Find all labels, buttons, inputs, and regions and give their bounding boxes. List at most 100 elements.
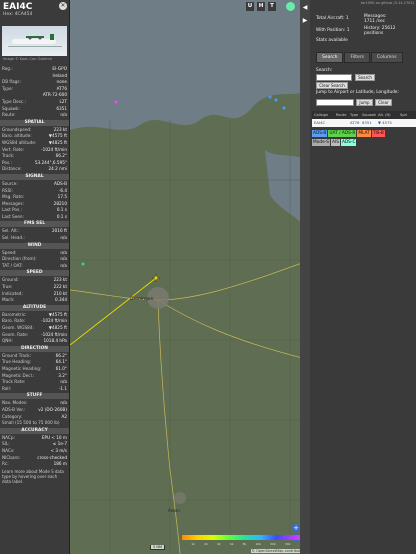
expand-right-icon[interactable]: ▶ [300,17,310,24]
spatial-key: Groundspeed: [2,126,32,132]
airplane-photo-icon [8,34,62,47]
with-position-value: 1 [346,28,350,33]
table-header: Callsign Route Type Squawk Alt. (ft) Spd [312,111,416,119]
spatial-value: ▼4575 ft [48,133,67,139]
total-aircraft-value: 1 [345,16,349,21]
spatial-key: Baro. altitude: [2,133,32,139]
signal-row: RSSI: -6.4 [0,188,69,195]
tab-columns[interactable]: Columns [370,52,403,63]
signal-key: Msg. Rate: [2,194,25,200]
section-spatial: SPATIAL [0,119,69,126]
legend-item: TIS-B [371,130,385,137]
direction-value: 61.0° [55,365,67,371]
accuracy-value: < 3 m/s [50,447,67,453]
altitude-value: ▼4575 ft [48,311,67,317]
toggle-u-button[interactable]: U [246,2,254,11]
signal-value: 17.5 [57,194,67,200]
section-fms: FMS SEL [0,221,69,228]
wind-list: Speed: n/a Direction (from): n/a TAT / OAT: n… [0,250,69,270]
map-canvas [70,0,310,554]
wind-row: Speed: n/a [0,250,69,257]
tab-search[interactable]: Search [316,52,344,63]
table-cell [398,119,408,127]
close-icon[interactable]: ✕ [59,2,67,10]
table-cell: EAI4C [314,120,326,125]
layers-icon[interactable] [286,2,295,11]
direction-value: n/a [60,379,67,385]
stuff-row: Nav. Modes: n/a [0,400,69,407]
column-header[interactable]: Type [348,111,360,119]
spatial-value: 24.2 nmi [48,166,67,172]
stuff-key: ADS-B Ver.: [2,406,26,412]
zoom-in-button[interactable]: + [292,524,300,532]
section-direction: DIRECTION [0,345,69,352]
info-value: EI-GPO [52,66,67,71]
stuff-row: Category: A2 [0,414,69,421]
altitude-value: 1018.4 hPa [43,338,67,344]
collapse-left-icon[interactable]: ◀ [300,4,310,11]
accuracy-row: NACp: EPU < 10 m [0,435,69,442]
jump-input[interactable] [316,99,354,106]
altitude-color-bar [182,535,308,540]
clear-search-button[interactable]: Clear Search [316,82,348,89]
table-row[interactable]: EAI4C AT76 6351 ▼ 4575 [312,119,416,127]
speed-key: True: [2,284,13,290]
aircraft-photo[interactable] [2,26,67,56]
altitude-value: -1024 ft/min [41,331,67,337]
map-view[interactable]: Groningen Assen U H T OLKMPIR + − 5 NM 1… [70,0,310,554]
legend-item: UAT / ADS-R [328,130,357,137]
fms-row: Sel. Head.: n/a [0,235,69,242]
spatial-row: WGS84 altitude: ▼4825 ft [0,140,69,147]
info-value: none [56,79,67,85]
stuff-value: n/a [60,400,67,406]
speed-value: 223 kt [53,277,67,283]
spatial-row: Distance: 24.2 nmi [0,166,69,173]
column-header[interactable]: Squawk [360,111,376,119]
tab-filters[interactable]: Filters [344,52,370,63]
fms-key: Sel. Alt.: [2,228,20,234]
direction-row: True Heading: 64.1° [0,359,69,366]
altitude-key: Geom. WGS84: [2,325,34,330]
column-header[interactable]: Route [334,111,348,119]
column-header[interactable]: Spd [398,111,408,119]
signal-row: Last Seen: 0.1 s [0,214,69,221]
accuracy-value: 186 m [53,461,67,467]
fms-value: 2016 ft [51,228,67,234]
search-input[interactable] [316,74,352,81]
jump-clear-button[interactable]: Clear [375,99,392,106]
stats-link[interactable]: Stats available [316,38,348,43]
info-value: ATR-72-600 [42,92,67,98]
info-value: Ireland [52,72,67,78]
signal-key: Source: [2,180,18,186]
direction-value: 64.1° [55,359,67,365]
wind-row: Direction (from): n/a [0,256,69,263]
accuracy-value: EPU < 10 m [41,434,67,440]
search-button[interactable]: Search [355,74,375,81]
toggle-t-button[interactable]: T [268,2,276,11]
section-wind: WIND [0,242,69,249]
info-row: Type Desc.: L2T [0,99,69,106]
stuff-key: Category: [2,413,23,419]
direction-row: Ground Track: 66.2° [0,353,69,360]
stuff-key: Nav. Modes: [2,400,28,406]
speed-value: 222 kt [53,284,67,290]
github-link[interactable]: tar1090 on github (3.14.1702) [310,0,416,6]
aircraft-info-panel: EAI4C Hex: 4CA454 ✕ Image © Kaan Can Özd… [0,0,70,554]
info-key: Type: [2,85,14,91]
altitude-key: QNH: [2,338,13,344]
signal-list: Source: ADS-B RSSI: -6.4 Msg. Rate: 17.5 Messa… [0,181,69,221]
table-cell: 6351 [362,120,372,125]
accuracy-row: NICbaro: cross-checked [0,455,69,462]
toggle-h-button[interactable]: H [257,2,265,11]
speed-key: Ground: [2,277,19,283]
spatial-row: Track: 66.2° [0,153,69,160]
column-header[interactable]: Alt. (ft) [376,111,398,119]
wind-value: n/a [60,249,67,255]
column-header[interactable]: Callsign [312,111,334,119]
spatial-row: Baro. altitude: ▼4575 ft [0,133,69,140]
jump-button[interactable]: Jump [356,99,373,106]
aircraft-table: Callsign Route Type Squawk Alt. (ft) Spd EAI4… [312,111,416,127]
info-key: Type Desc.: [2,98,26,104]
accuracy-key: NICbaro: [2,454,21,460]
speed-row: Ground: 223 kt [0,277,69,284]
